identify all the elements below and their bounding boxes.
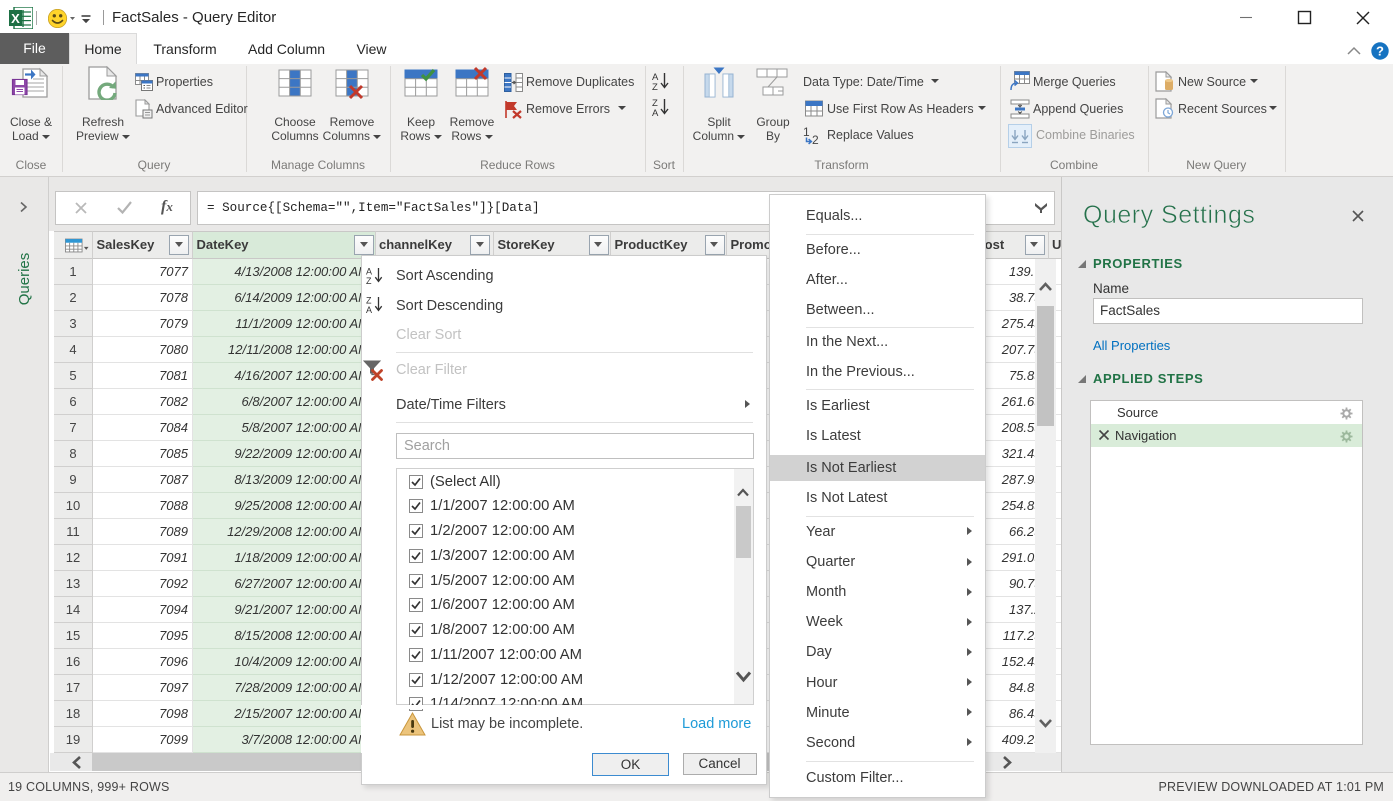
svg-text:2: 2 [812,133,819,146]
svg-text:X: X [11,11,20,26]
svg-text:A: A [366,267,372,277]
svg-text:Z: Z [652,82,658,91]
svg-text:1: 1 [803,126,810,139]
svg-text:?: ? [1376,44,1384,59]
svg-text:Z: Z [366,296,372,306]
svg-text:A: A [366,305,372,314]
svg-text:Z: Z [366,276,372,285]
svg-text:A: A [652,108,659,117]
